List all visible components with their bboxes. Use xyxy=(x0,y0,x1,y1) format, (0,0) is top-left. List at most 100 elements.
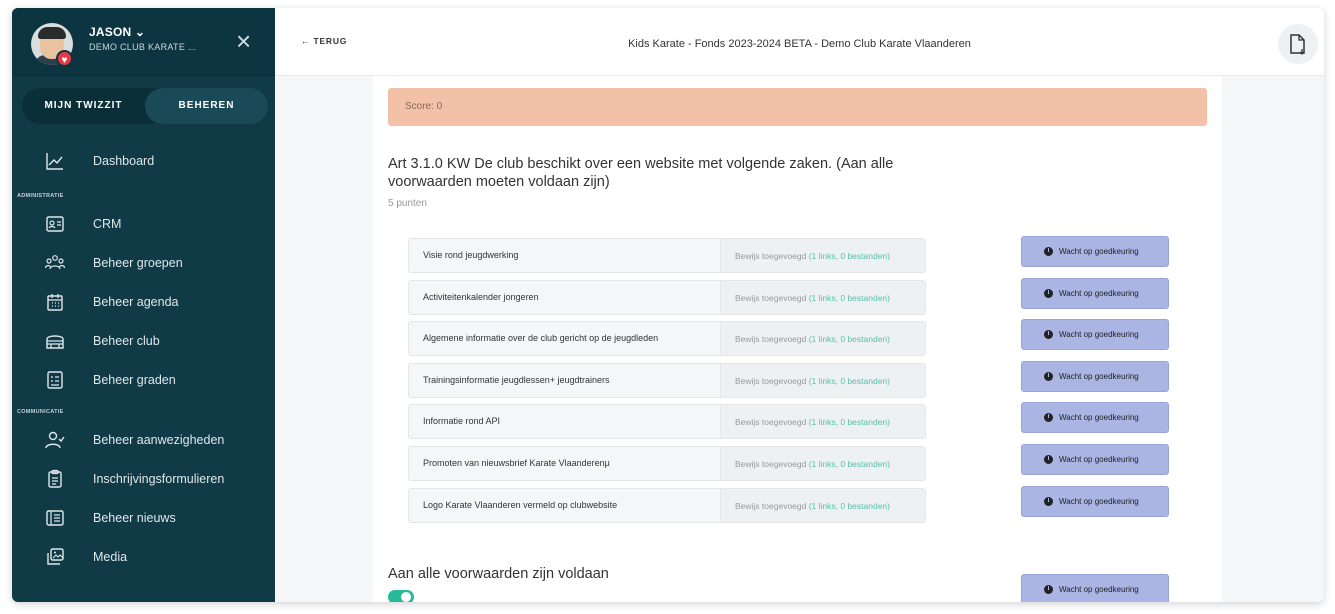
wait-approval-button[interactable]: Wacht op goedkeuring xyxy=(1021,402,1169,433)
wait-approval-label: Wacht op goedkeuring xyxy=(1059,497,1139,506)
sidebar-item-label: Inschrijvingsformulieren xyxy=(93,472,225,486)
sidebar-item-beheer-nieuws[interactable]: Beheer nieuws xyxy=(12,501,275,537)
sidebar-item-media[interactable]: Media xyxy=(12,540,275,576)
sidebar: ♥ JASON ⌄ DEMO CLUB KARATE ... × MIJN TW… xyxy=(12,8,275,602)
proof-detail[interactable]: (1 links, 0 bestanden) xyxy=(809,459,890,469)
proof-status: Bewijs toegevoegd (1 links, 0 bestanden) xyxy=(735,417,890,427)
proof-detail[interactable]: (1 links, 0 bestanden) xyxy=(809,293,890,303)
requirement-row[interactable]: Informatie rond API Bewijs toegevoegd (1 … xyxy=(408,404,926,439)
wait-approval-label: Wacht op goedkeuring xyxy=(1059,289,1139,298)
requirement-row[interactable]: Trainingsinformatie jeugdlessen+ jeugdtr… xyxy=(408,363,926,398)
user-club: DEMO CLUB KARATE ... xyxy=(89,42,197,52)
wait-approval-button[interactable]: Wacht op goedkeuring xyxy=(1021,361,1169,392)
wait-approval-button[interactable]: Wacht op goedkeuring xyxy=(1021,319,1169,350)
clock-icon xyxy=(1044,330,1053,339)
chart-line-icon xyxy=(44,150,66,172)
sidebar-item-label: Media xyxy=(93,550,128,564)
user-check-icon xyxy=(44,429,66,451)
wait-approval-label: Wacht op goedkeuring xyxy=(1059,330,1139,339)
requirement-label: Promoten van nieuwsbrief Karate Vlaander… xyxy=(423,458,610,468)
clock-icon xyxy=(1044,247,1053,256)
requirement-label: Activiteitenkalender jongeren xyxy=(423,292,539,302)
proof-status: Bewijs toegevoegd (1 links, 0 bestanden) xyxy=(735,334,890,344)
proof-cell[interactable]: Bewijs toegevoegd (1 links, 0 bestanden) xyxy=(720,447,925,480)
requirement-label: Logo Karate Vlaanderen vermeld op clubwe… xyxy=(423,500,618,510)
clock-icon xyxy=(1044,455,1053,464)
sidebar-item-label: Beheer groepen xyxy=(93,256,183,270)
requirement-label: Informatie rond API xyxy=(423,416,501,426)
building-icon xyxy=(44,330,66,352)
proof-status: Bewijs toegevoegd (1 links, 0 bestanden) xyxy=(735,293,890,303)
requirement-row[interactable]: Visie rond jeugdwerking Bewijs toegevoegd… xyxy=(408,238,926,273)
proof-status: Bewijs toegevoegd (1 links, 0 bestanden) xyxy=(735,459,890,469)
sidebar-item-label: Dashboard xyxy=(93,154,155,168)
proof-detail[interactable]: (1 links, 0 bestanden) xyxy=(809,417,890,427)
requirement-label: Visie rond jeugdwerking xyxy=(423,250,519,260)
wait-approval-button[interactable]: Wacht op goedkeuring xyxy=(1021,278,1169,309)
sidebar-item-label: Beheer graden xyxy=(93,373,176,387)
requirement-label: Trainingsinformatie jeugdlessen+ jeugdtr… xyxy=(423,375,610,385)
proof-cell[interactable]: Bewijs toegevoegd (1 links, 0 bestanden) xyxy=(720,364,925,397)
user-header[interactable]: ♥ JASON ⌄ DEMO CLUB KARATE ... × xyxy=(12,8,275,76)
top-bar: ← TERUG Kids Karate - Fonds 2023-2024 BE… xyxy=(275,8,1324,76)
sidebar-item-beheer-agenda[interactable]: Beheer agenda xyxy=(12,285,275,321)
newspaper-icon xyxy=(44,507,66,529)
requirement-row[interactable]: Logo Karate Vlaanderen vermeld op clubwe… xyxy=(408,488,926,523)
close-icon[interactable]: × xyxy=(236,28,251,54)
wait-approval-button[interactable]: Wacht op goedkeuring xyxy=(1021,486,1169,517)
score-banner: Score: 0 xyxy=(388,88,1207,126)
proof-cell[interactable]: Bewijs toegevoegd (1 links, 0 bestanden) xyxy=(720,489,925,522)
wait-approval-button[interactable]: Wacht op goedkeuring xyxy=(1021,236,1169,267)
proof-cell[interactable]: Bewijs toegevoegd (1 links, 0 bestanden) xyxy=(720,239,925,272)
sidebar-item-label: CRM xyxy=(93,217,122,231)
proof-prefix: Bewijs toegevoegd xyxy=(735,417,809,427)
mode-toggle: MIJN TWIZZIT BEHEREN xyxy=(22,88,268,124)
proof-prefix: Bewijs toegevoegd xyxy=(735,501,809,511)
section-communicatie: COMMUNICATIE xyxy=(17,409,64,415)
sidebar-item-dashboard[interactable]: Dashboard xyxy=(12,144,275,180)
sidebar-item-beheer-graden[interactable]: Beheer graden xyxy=(12,363,275,399)
requirement-row[interactable]: Promoten van nieuwsbrief Karate Vlaander… xyxy=(408,446,926,481)
tab-beheren[interactable]: BEHEREN xyxy=(145,88,268,124)
calendar-icon xyxy=(44,291,66,313)
wait-approval-button[interactable]: Wacht op goedkeuring xyxy=(1021,444,1169,475)
wait-approval-button[interactable]: Wacht op goedkeuring xyxy=(1021,574,1169,602)
clock-icon xyxy=(1044,289,1053,298)
sidebar-item-inschrijvingsformulieren[interactable]: Inschrijvingsformulieren xyxy=(12,462,275,498)
proof-cell[interactable]: Bewijs toegevoegd (1 links, 0 bestanden) xyxy=(720,322,925,355)
sidebar-item-label: Beheer agenda xyxy=(93,295,179,309)
proof-status: Bewijs toegevoegd (1 links, 0 bestanden) xyxy=(735,376,890,386)
proof-cell[interactable]: Bewijs toegevoegd (1 links, 0 bestanden) xyxy=(720,281,925,314)
clipboard-icon xyxy=(44,468,66,490)
question-points: 5 punten xyxy=(388,198,427,209)
proof-status: Bewijs toegevoegd (1 links, 0 bestanden) xyxy=(735,251,890,261)
proof-detail[interactable]: (1 links, 0 bestanden) xyxy=(809,251,890,261)
clock-icon xyxy=(1044,585,1053,594)
wait-approval-label: Wacht op goedkeuring xyxy=(1059,247,1139,256)
requirement-row[interactable]: Activiteitenkalender jongeren Bewijs toeg… xyxy=(408,280,926,315)
sidebar-item-beheer-aanwezigheden[interactable]: Beheer aanwezigheden xyxy=(12,423,275,459)
sidebar-item-beheer-groepen[interactable]: Beheer groepen xyxy=(12,246,275,282)
final-condition-title: Aan alle voorwaarden zijn voldaan xyxy=(388,566,609,582)
sidebar-item-beheer-club[interactable]: Beheer club xyxy=(12,324,275,360)
user-name[interactable]: JASON ⌄ xyxy=(89,25,145,39)
sidebar-item-crm[interactable]: CRM xyxy=(12,207,275,243)
document-button[interactable] xyxy=(1278,24,1318,64)
contact-card-icon xyxy=(44,213,66,235)
document-icon xyxy=(1290,34,1305,55)
clock-icon xyxy=(1044,372,1053,381)
wait-approval-label: Wacht op goedkeuring xyxy=(1059,455,1139,464)
proof-detail[interactable]: (1 links, 0 bestanden) xyxy=(809,376,890,386)
heart-icon: ♥ xyxy=(56,50,73,67)
requirement-row[interactable]: Algemene informatie over de club gericht… xyxy=(408,321,926,356)
proof-detail[interactable]: (1 links, 0 bestanden) xyxy=(809,334,890,344)
proof-prefix: Bewijs toegevoegd xyxy=(735,334,809,344)
proof-detail[interactable]: (1 links, 0 bestanden) xyxy=(809,501,890,511)
proof-cell[interactable]: Bewijs toegevoegd (1 links, 0 bestanden) xyxy=(720,405,925,438)
checklist-icon xyxy=(44,369,66,391)
sidebar-item-label: Beheer club xyxy=(93,334,160,348)
clock-icon xyxy=(1044,413,1053,422)
final-condition-toggle[interactable] xyxy=(388,590,414,602)
tab-mijn-twizzit[interactable]: MIJN TWIZZIT xyxy=(22,88,145,124)
question-title: Art 3.1.0 KW De club beschikt over een w… xyxy=(388,156,894,190)
